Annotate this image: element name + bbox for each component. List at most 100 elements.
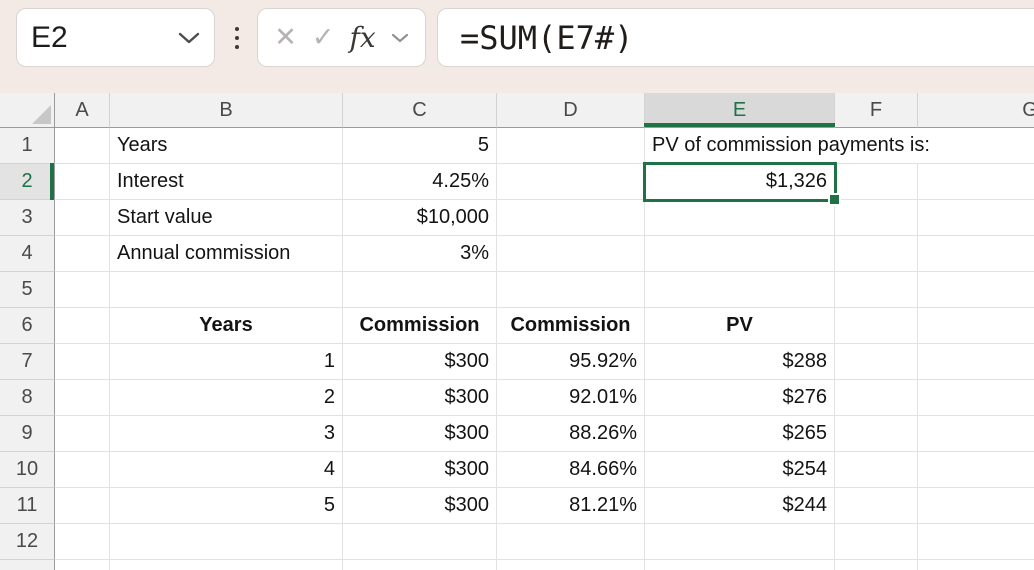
cell-B3[interactable]: Start value [110,200,343,236]
cell-F6[interactable] [835,308,918,344]
cell-G13[interactable] [918,560,1034,570]
insert-function-icon[interactable]: fx [350,24,376,52]
row-header-1[interactable]: 1 [0,128,55,164]
cell-A3[interactable] [55,200,110,236]
row-header-8[interactable]: 8 [0,380,55,416]
cell-C1[interactable]: 5 [343,128,497,164]
cell-E7[interactable]: $288 [645,344,835,380]
cell-E1[interactable]: PV of commission payments is: [645,128,937,164]
cell-E5[interactable] [645,272,835,308]
cell-C8[interactable]: $300 [343,380,497,416]
cell-F3[interactable] [835,200,918,236]
cell-G5[interactable] [918,272,1034,308]
formula-bar-input[interactable]: =SUM(E7#) [437,8,1034,67]
cell-A7[interactable] [55,344,110,380]
confirm-icon[interactable]: ✓ [312,24,335,51]
row-header-3[interactable]: 3 [0,200,55,236]
function-dropdown-icon[interactable] [391,33,409,43]
cell-E9[interactable]: $265 [645,416,835,452]
more-options-icon[interactable] [229,8,245,67]
cell-A5[interactable] [55,272,110,308]
cell-A6[interactable] [55,308,110,344]
column-header-G[interactable]: G [918,93,1034,128]
row-header-6[interactable]: 6 [0,308,55,344]
name-box[interactable]: E2 [16,8,215,67]
cell-B7[interactable]: 1 [110,344,343,380]
cell-C4[interactable]: 3% [343,236,497,272]
cell-E4[interactable] [645,236,835,272]
cell-D2[interactable] [497,164,645,200]
cell-G4[interactable] [918,236,1034,272]
cell-G6[interactable] [918,308,1034,344]
cell-D6[interactable]: Commission [497,308,645,344]
cell-C10[interactable]: $300 [343,452,497,488]
cell-B2[interactable]: Interest [110,164,343,200]
cell-D8[interactable]: 92.01% [497,380,645,416]
cell-F2[interactable] [835,164,918,200]
cell-E11[interactable]: $244 [645,488,835,524]
cell-D4[interactable] [497,236,645,272]
cancel-icon[interactable]: ✕ [274,24,297,51]
cell-C6[interactable]: Commission [343,308,497,344]
cell-D11[interactable]: 81.21% [497,488,645,524]
cell-B8[interactable]: 2 [110,380,343,416]
cell-A1[interactable] [55,128,110,164]
cell-A4[interactable] [55,236,110,272]
row-header-13[interactable] [0,560,55,570]
cell-C11[interactable]: $300 [343,488,497,524]
cell-C5[interactable] [343,272,497,308]
cell-E8[interactable]: $276 [645,380,835,416]
column-header-F[interactable]: F [835,93,918,128]
row-header-11[interactable]: 11 [0,488,55,524]
cell-E13[interactable] [645,560,835,570]
cell-B13[interactable] [110,560,343,570]
cell-F7[interactable] [835,344,918,380]
cell-G3[interactable] [918,200,1034,236]
cell-C2[interactable]: 4.25% [343,164,497,200]
cell-B4[interactable]: Annual commission [110,236,343,272]
cell-A8[interactable] [55,380,110,416]
cell-G12[interactable] [918,524,1034,560]
cell-A2[interactable] [55,164,110,200]
cell-B6[interactable]: Years [110,308,343,344]
select-all-button[interactable] [0,93,55,128]
row-header-9[interactable]: 9 [0,416,55,452]
row-header-5[interactable]: 5 [0,272,55,308]
cell-F10[interactable] [835,452,918,488]
cell-A13[interactable] [55,560,110,570]
cell-C7[interactable]: $300 [343,344,497,380]
cell-E6[interactable]: PV [645,308,835,344]
cell-F4[interactable] [835,236,918,272]
cell-F12[interactable] [835,524,918,560]
cell-F11[interactable] [835,488,918,524]
row-header-4[interactable]: 4 [0,236,55,272]
row-header-12[interactable]: 12 [0,524,55,560]
cell-E3[interactable] [645,200,835,236]
cell-F9[interactable] [835,416,918,452]
cell-E12[interactable] [645,524,835,560]
cell-C3[interactable]: $10,000 [343,200,497,236]
cell-G9[interactable] [918,416,1034,452]
cell-D1[interactable] [497,128,645,164]
cell-A11[interactable] [55,488,110,524]
cell-D5[interactable] [497,272,645,308]
cell-A10[interactable] [55,452,110,488]
cell-D7[interactable]: 95.92% [497,344,645,380]
cell-F13[interactable] [835,560,918,570]
cell-B1[interactable]: Years [110,128,343,164]
cell-D3[interactable] [497,200,645,236]
cell-C13[interactable] [343,560,497,570]
cell-D13[interactable] [497,560,645,570]
column-header-D[interactable]: D [497,93,645,128]
cell-A9[interactable] [55,416,110,452]
cell-G8[interactable] [918,380,1034,416]
cell-B10[interactable]: 4 [110,452,343,488]
row-header-10[interactable]: 10 [0,452,55,488]
column-header-E[interactable]: E [645,93,835,128]
cell-D9[interactable]: 88.26% [497,416,645,452]
cell-B5[interactable] [110,272,343,308]
row-header-7[interactable]: 7 [0,344,55,380]
cell-G7[interactable] [918,344,1034,380]
name-box-dropdown-icon[interactable] [178,32,200,44]
cell-A12[interactable] [55,524,110,560]
